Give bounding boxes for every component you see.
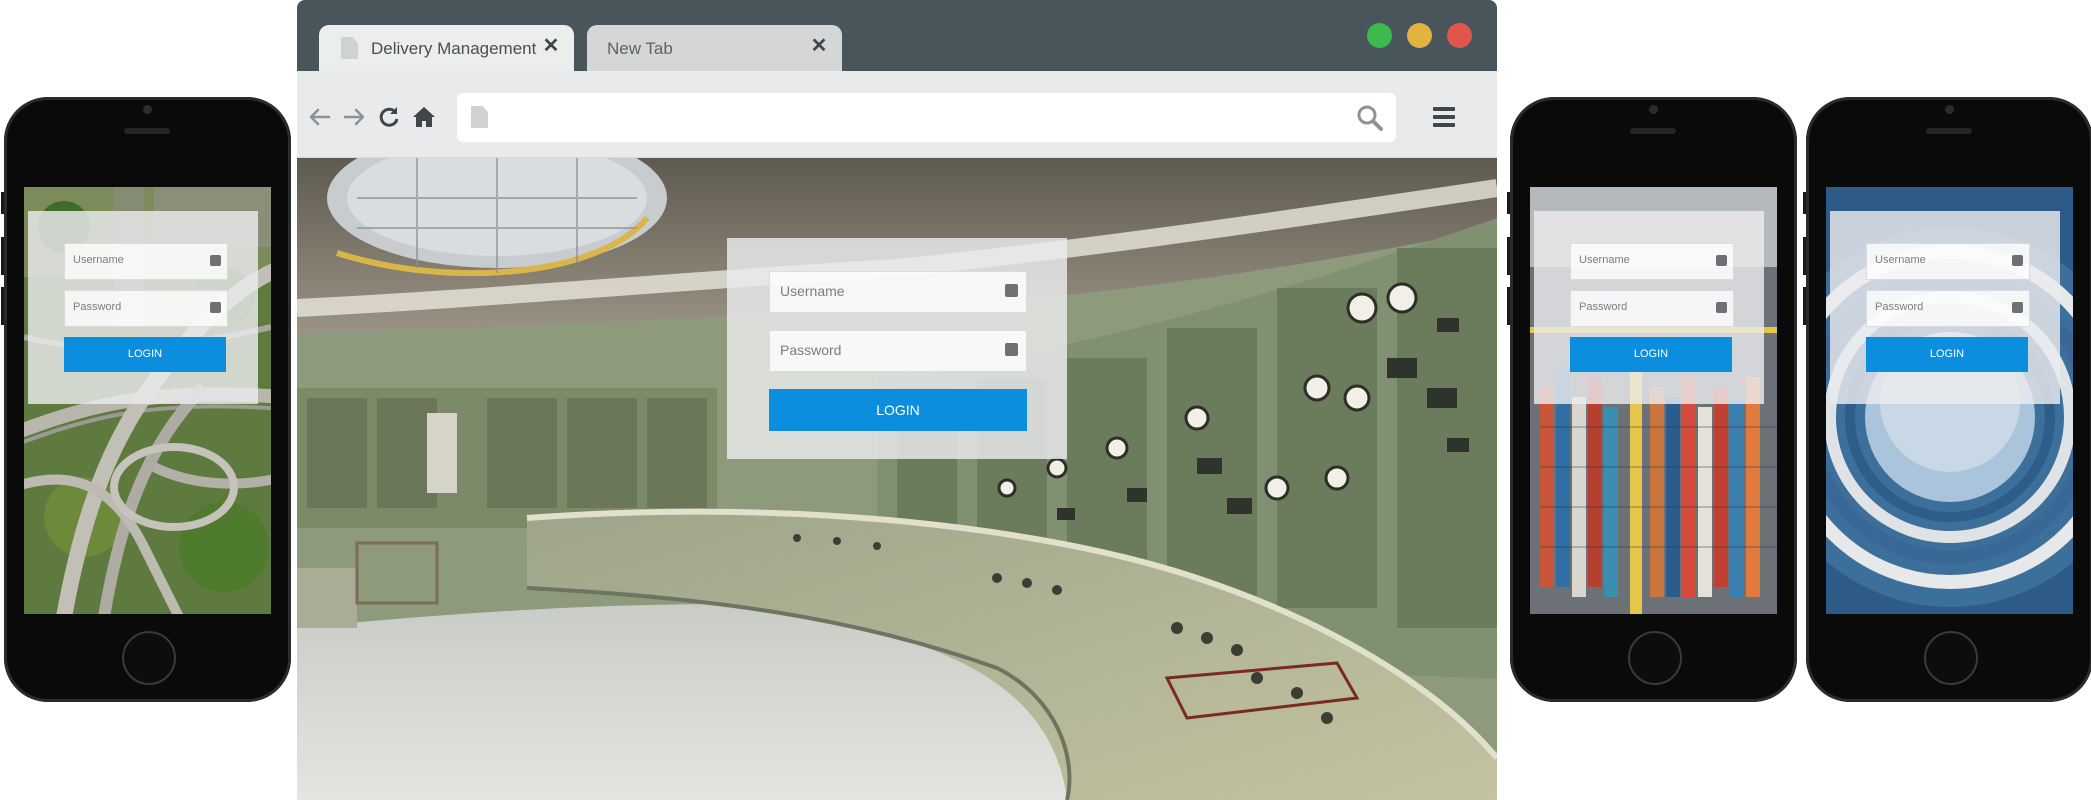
login-button[interactable]: LOGIN — [769, 389, 1027, 431]
username-field[interactable]: Username — [769, 271, 1027, 313]
credential-icon — [210, 302, 224, 316]
phone-mockup-left: Username Password LOGIN — [1, 97, 291, 702]
phone-mockup-far-right: Username Password LOGIN — [1803, 97, 2091, 702]
home-button[interactable] — [122, 631, 176, 685]
earpiece-speaker — [1630, 128, 1676, 134]
front-camera — [143, 105, 152, 114]
browser-window: Delivery Management ✕ New Tab ✕ Username… — [297, 0, 1497, 800]
login-button[interactable]: LOGIN — [1570, 337, 1732, 372]
hamburger-menu-icon[interactable] — [1433, 107, 1455, 127]
reload-icon[interactable] — [376, 104, 402, 130]
username-placeholder: Username — [73, 254, 124, 266]
address-bar[interactable] — [457, 93, 1396, 142]
page-viewport: Username Password LOGIN — [297, 158, 1497, 800]
password-placeholder: Password — [1579, 301, 1628, 313]
front-camera — [1649, 105, 1658, 114]
maximize-button[interactable] — [1367, 23, 1392, 48]
browser-titlebar: Delivery Management ✕ New Tab ✕ — [297, 0, 1497, 71]
document-icon — [341, 37, 358, 59]
earpiece-speaker — [124, 128, 170, 134]
login-card: Username Password LOGIN — [727, 238, 1067, 459]
back-arrow-icon[interactable] — [307, 104, 333, 130]
phone-screen: Username Password LOGIN — [1530, 187, 1777, 614]
password-field[interactable]: Password — [1570, 290, 1734, 327]
tab-new-tab[interactable]: New Tab ✕ — [587, 25, 842, 71]
login-button[interactable]: LOGIN — [1866, 337, 2028, 372]
login-card: Username Password LOGIN — [28, 211, 258, 404]
credential-icon — [1716, 255, 1730, 269]
close-tab-icon[interactable]: ✕ — [541, 36, 561, 56]
credential-icon — [1005, 343, 1021, 359]
username-field[interactable]: Username — [1866, 243, 2030, 280]
username-field[interactable]: Username — [64, 243, 228, 280]
minimize-button[interactable] — [1407, 23, 1432, 48]
phone-screen: Username Password LOGIN — [24, 187, 271, 614]
front-camera — [1945, 105, 1954, 114]
credential-icon — [2012, 302, 2026, 316]
credential-icon — [1005, 284, 1021, 300]
forward-arrow-icon[interactable] — [341, 104, 367, 130]
home-button[interactable] — [1924, 631, 1978, 685]
password-placeholder: Password — [780, 342, 842, 358]
home-button[interactable] — [1628, 631, 1682, 685]
credential-icon — [1716, 302, 1730, 316]
credential-icon — [2012, 255, 2026, 269]
username-placeholder: Username — [780, 283, 845, 299]
document-icon — [471, 106, 488, 128]
login-button[interactable]: LOGIN — [64, 337, 226, 372]
password-field[interactable]: Password — [769, 330, 1027, 372]
phone-screen: Username Password LOGIN — [1826, 187, 2073, 614]
close-tab-icon[interactable]: ✕ — [809, 36, 829, 56]
username-placeholder: Username — [1579, 254, 1630, 266]
password-placeholder: Password — [73, 301, 122, 313]
password-field[interactable]: Password — [64, 290, 228, 327]
credential-icon — [210, 255, 224, 269]
login-card: Username Password LOGIN — [1830, 211, 2060, 404]
tab-delivery-management[interactable]: Delivery Management ✕ — [319, 25, 574, 71]
tab-label: New Tab — [607, 39, 673, 58]
username-placeholder: Username — [1875, 254, 1926, 266]
login-card: Username Password LOGIN — [1534, 211, 1764, 404]
earpiece-speaker — [1926, 128, 1972, 134]
username-field[interactable]: Username — [1570, 243, 1734, 280]
tab-label: Delivery Management — [371, 39, 537, 58]
close-window-button[interactable] — [1447, 23, 1472, 48]
password-placeholder: Password — [1875, 301, 1924, 313]
home-icon[interactable] — [411, 104, 437, 130]
password-field[interactable]: Password — [1866, 290, 2030, 327]
search-icon[interactable] — [1356, 104, 1384, 132]
phone-mockup-middle-right: Username Password LOGIN — [1507, 97, 1797, 702]
browser-toolbar — [297, 71, 1497, 158]
